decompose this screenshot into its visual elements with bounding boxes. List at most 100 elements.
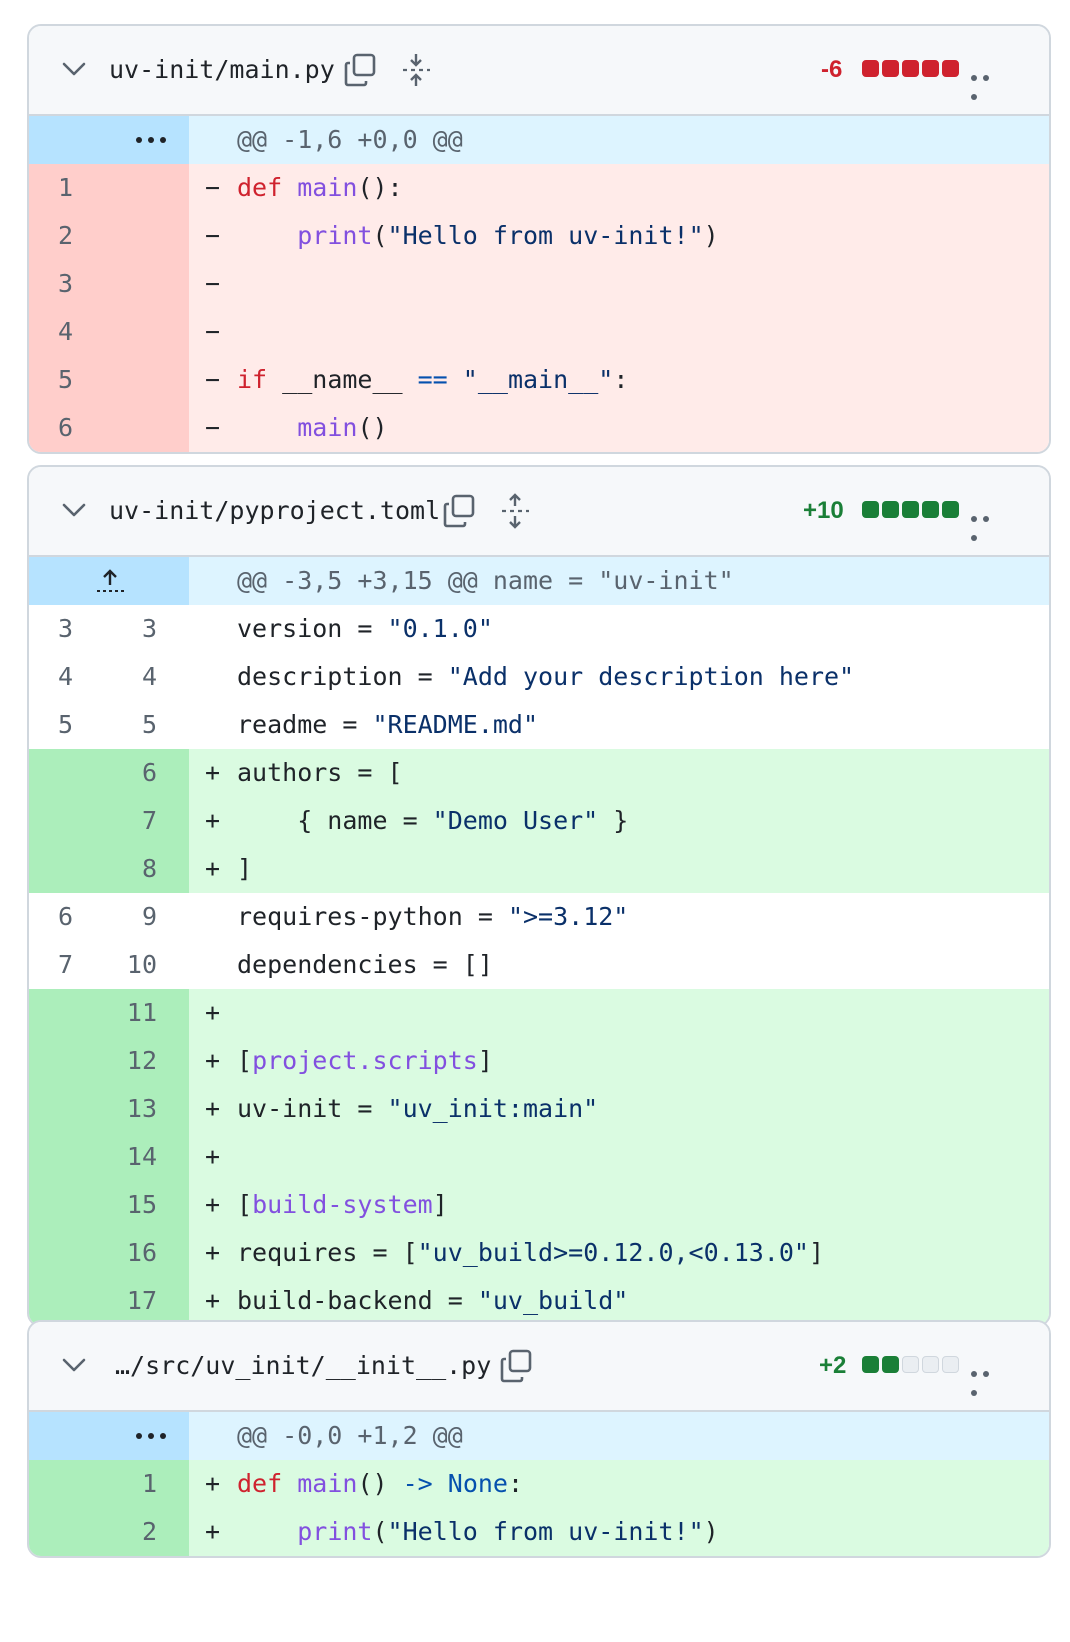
new-line-number[interactable]: 11 (99, 989, 157, 1037)
old-line-number[interactable] (29, 749, 73, 797)
code-line: version = "0.1.0" (237, 605, 493, 653)
old-line-number[interactable] (29, 1085, 73, 1133)
diff-sign: − (205, 413, 221, 442)
code-token: uv-init = (237, 1094, 388, 1123)
hunk-header: @@ -0,0 +1,2 @@ (237, 1421, 463, 1450)
old-line-number[interactable]: 4 (29, 308, 73, 356)
more-options-icon[interactable] (971, 507, 1003, 541)
file-name[interactable]: uv-init/main.py (109, 26, 335, 114)
old-line-number[interactable]: 3 (29, 260, 73, 308)
chevron-down-icon[interactable] (61, 501, 87, 519)
file-name[interactable]: …/src/uv_init/__init__.py (115, 1322, 491, 1410)
chevron-down-icon[interactable] (61, 60, 87, 78)
code-token: requires-python = (237, 902, 508, 931)
diffstat-block (902, 501, 919, 518)
file-header: …/src/uv_init/__init__.py +2 (29, 1322, 1049, 1412)
code-token: main (297, 1469, 358, 1498)
new-line-number[interactable]: 8 (99, 845, 157, 893)
more-options-icon[interactable] (971, 66, 1003, 100)
old-line-number[interactable] (29, 845, 73, 893)
copy-icon[interactable] (442, 493, 476, 529)
more-options-icon[interactable] (971, 1362, 1003, 1396)
new-line-number[interactable] (99, 404, 157, 452)
code-token: __name__ (267, 365, 418, 394)
code-token: () (357, 413, 388, 442)
new-line-number[interactable] (99, 260, 157, 308)
code-token: ] (432, 1190, 448, 1219)
added-line: 6 + authors = [ (29, 749, 1049, 797)
copy-icon[interactable] (343, 52, 377, 88)
new-line-number[interactable]: 9 (99, 893, 157, 941)
code-token: build-system (252, 1190, 433, 1219)
collapse-lines-icon[interactable] (399, 52, 433, 88)
diff-lines: 1− def main(): 2− print("Hello from uv-ini… (29, 164, 1049, 452)
old-line-number[interactable]: 6 (29, 404, 73, 452)
diff-sign: − (205, 365, 221, 394)
old-line-number[interactable] (29, 1277, 73, 1325)
new-line-number[interactable]: 16 (99, 1229, 157, 1277)
added-line: 15 + [build-system] (29, 1181, 1049, 1229)
expand-ellipsis-icon[interactable] (129, 1412, 189, 1460)
deleted-line: 2 − print("Hello from uv-init!") (29, 212, 1049, 260)
old-line-number[interactable]: 6 (29, 893, 73, 941)
old-line-number[interactable]: 1 (29, 164, 73, 212)
old-line-number[interactable]: 5 (29, 701, 73, 749)
code-token: "uv_build>=0.12.0,<0.13.0" (417, 1238, 809, 1267)
old-line-number[interactable]: 5 (29, 356, 73, 404)
expand-ellipsis-icon[interactable] (129, 116, 189, 164)
old-line-number[interactable] (29, 1037, 73, 1085)
old-line-number[interactable] (29, 1508, 73, 1556)
old-line-number[interactable]: 4 (29, 653, 73, 701)
new-line-number[interactable] (99, 308, 157, 356)
diff-sign: + (205, 998, 221, 1027)
chevron-down-icon[interactable] (61, 1356, 87, 1374)
diff-file-pyproject-toml: uv-init/pyproject.toml +10 @@ -3,5 +3,15… (27, 465, 1051, 1327)
old-line-number[interactable] (29, 989, 73, 1037)
old-line-number[interactable] (29, 1460, 73, 1508)
code-token: "README.md" (372, 710, 539, 739)
new-line-number[interactable]: 10 (99, 941, 157, 989)
old-line-number[interactable] (29, 1181, 73, 1229)
new-line-number[interactable]: 7 (99, 797, 157, 845)
new-line-number[interactable]: 3 (99, 605, 157, 653)
new-line-number[interactable]: 12 (99, 1037, 157, 1085)
file-name[interactable]: uv-init/pyproject.toml (109, 467, 440, 555)
code-token: ) (703, 221, 719, 250)
added-line: 14 + (29, 1133, 1049, 1181)
old-line-number[interactable] (29, 797, 73, 845)
old-line-number[interactable]: 7 (29, 941, 73, 989)
old-line-number[interactable] (29, 1133, 73, 1181)
new-line-number[interactable]: 6 (99, 749, 157, 797)
diffstat-blocks (862, 1356, 959, 1376)
old-line-number[interactable] (29, 1229, 73, 1277)
added-line: 13 + uv-init = "uv_init:main" (29, 1085, 1049, 1133)
code-line: authors = [ (237, 749, 403, 797)
added-line: 11 + (29, 989, 1049, 1037)
new-line-number[interactable]: 17 (99, 1277, 157, 1325)
old-line-number[interactable]: 2 (29, 212, 73, 260)
hunk-header-row: @@ -3,5 +3,15 @@ name = "uv-init" (29, 557, 1049, 605)
code-token: ">=3.12" (507, 902, 629, 931)
new-line-number[interactable] (99, 164, 157, 212)
hunk-header-row: @@ -1,6 +0,0 @@ (29, 116, 1049, 164)
copy-icon[interactable] (499, 1348, 533, 1384)
new-line-number[interactable]: 1 (99, 1460, 157, 1508)
new-line-number[interactable]: 4 (99, 653, 157, 701)
new-line-number[interactable]: 15 (99, 1181, 157, 1229)
code-token: requires = [ (237, 1238, 418, 1267)
code-token: "Hello from uv-init!" (387, 1517, 704, 1546)
code-token: "uv_build" (477, 1286, 629, 1315)
new-line-number[interactable] (99, 356, 157, 404)
expand-lines-icon[interactable] (498, 493, 532, 529)
code-line: { name = "Demo User" } (237, 797, 628, 845)
code-token: def (237, 173, 283, 202)
new-line-number[interactable]: 13 (99, 1085, 157, 1133)
new-line-number[interactable]: 2 (99, 1508, 157, 1556)
expand-up-icon[interactable] (93, 565, 127, 597)
new-line-number[interactable] (99, 212, 157, 260)
new-line-number[interactable]: 5 (99, 701, 157, 749)
old-line-number[interactable]: 3 (29, 605, 73, 653)
new-line-number[interactable]: 14 (99, 1133, 157, 1181)
diff-sign: − (205, 173, 221, 202)
